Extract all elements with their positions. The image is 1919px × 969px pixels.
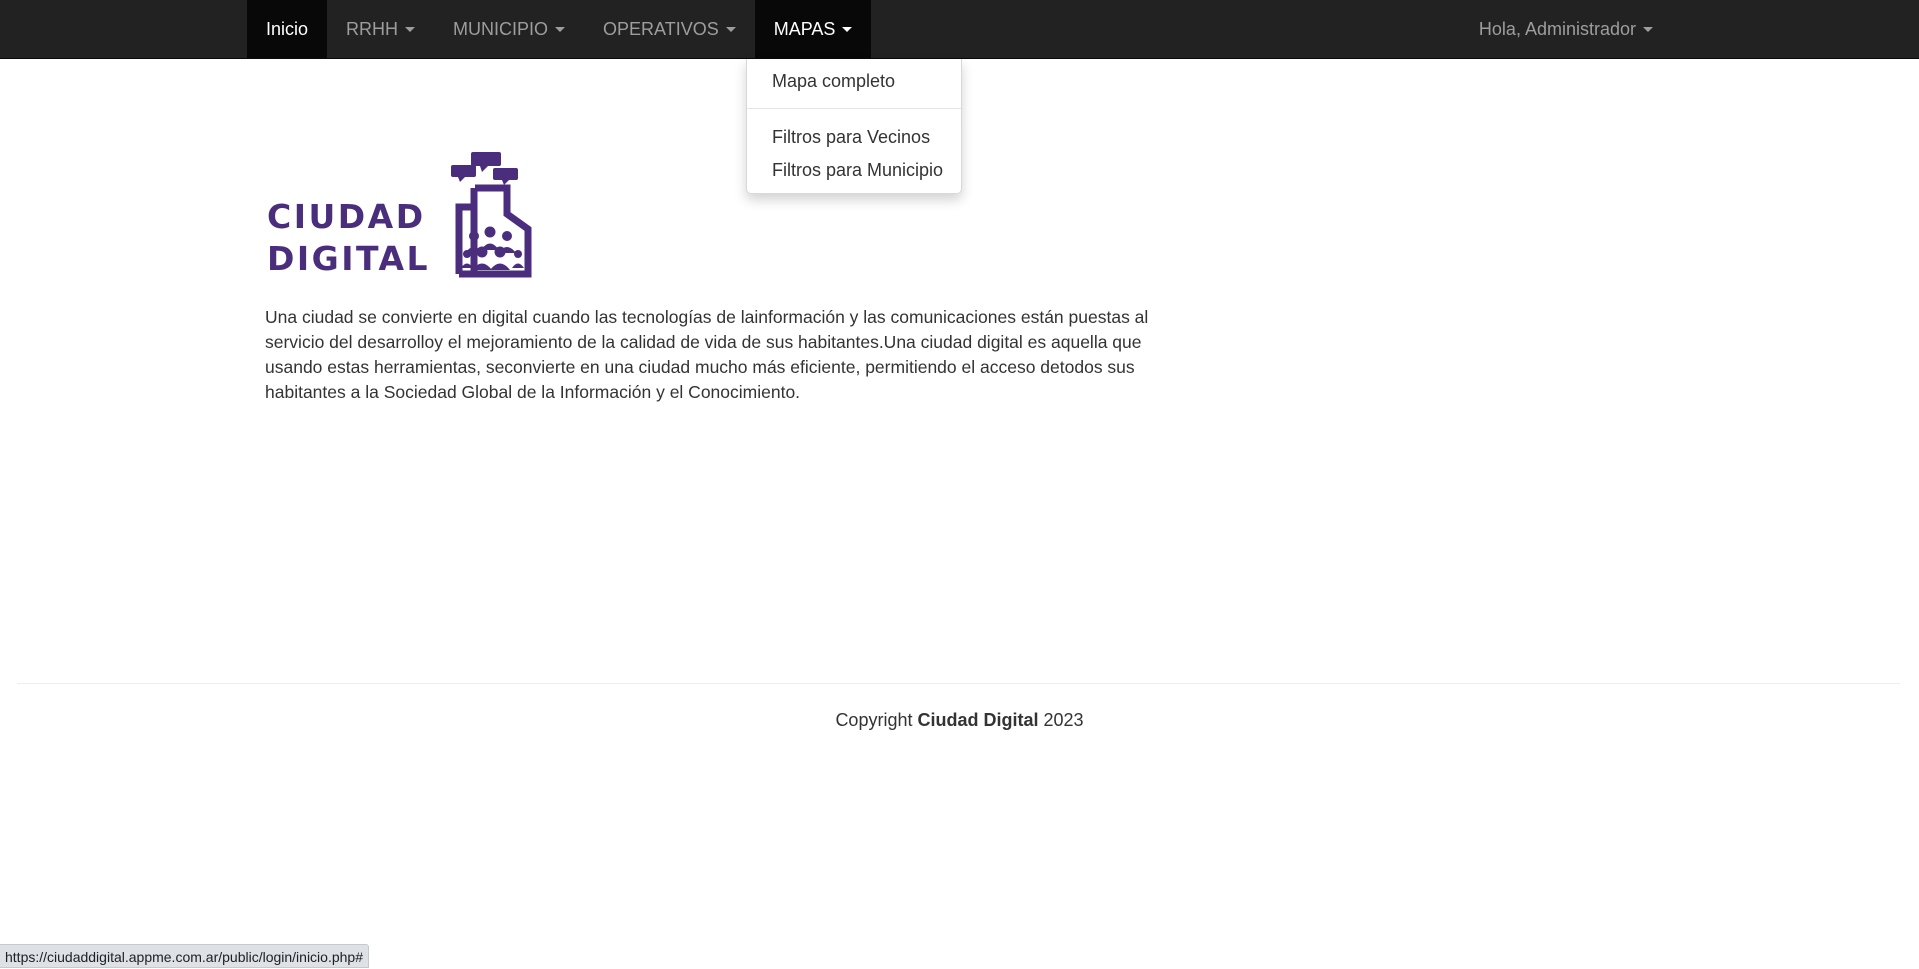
footer-prefix: Copyright [835, 710, 913, 730]
user-greeting: Hola, Administrador [1478, 18, 1636, 39]
footer-brand: Ciudad Digital [917, 710, 1039, 730]
nav-mapas[interactable]: MAPAS [754, 0, 872, 58]
ciudad-digital-logo: CIUDAD DIGITAL [267, 152, 532, 278]
footer: Copyright Ciudad Digital 2023 [0, 710, 1919, 731]
caret-down-icon [405, 26, 416, 32]
user-menu-toggle[interactable]: Hola, Administrador [1460, 0, 1672, 58]
nav-rrhh-label: RRHH [346, 18, 399, 39]
navbar-menu: Inicio RRHH MUNICIPIO OPERATIVOS MAPAS [247, 0, 872, 58]
mapas-dropdown-menu: Mapa completo Filtros para Vecinos Filtr… [746, 59, 962, 194]
menu-item-filtros-vecinos[interactable]: Filtros para Vecinos [747, 121, 961, 154]
nav-operativos-label: OPERATIVOS [603, 18, 719, 39]
nav-mapas-label: MAPAS [773, 18, 836, 39]
nav-inicio[interactable]: Inicio [247, 0, 328, 58]
menu-item-filtros-municipio[interactable]: Filtros para Municipio [747, 154, 961, 187]
caret-down-icon [555, 26, 566, 32]
top-navbar: Inicio RRHH MUNICIPIO OPERATIVOS MAPAS H… [0, 0, 1919, 59]
status-url: https://ciudaddigital.appme.com.ar/publi… [5, 949, 363, 965]
nav-rrhh[interactable]: RRHH [327, 0, 434, 58]
caret-down-icon [725, 26, 736, 32]
nav-inicio-label: Inicio [266, 18, 309, 39]
intro-paragraph: Una ciudad se convierte en digital cuand… [265, 307, 1149, 402]
logo-text-line1: CIUDAD [267, 197, 426, 236]
city-people-icon [451, 152, 532, 278]
footer-divider [17, 683, 1900, 684]
browser-status-bar: https://ciudaddigital.appme.com.ar/publi… [0, 944, 369, 968]
caret-down-icon [842, 26, 853, 32]
caret-down-icon [1643, 26, 1653, 32]
nav-municipio[interactable]: MUNICIPIO [434, 0, 584, 58]
navbar-user: Hola, Administrador [1460, 0, 1672, 58]
nav-operativos[interactable]: OPERATIVOS [584, 0, 755, 58]
menu-item-mapa-completo[interactable]: Mapa completo [747, 65, 961, 98]
menu-divider [747, 108, 961, 109]
nav-municipio-label: MUNICIPIO [453, 18, 549, 39]
footer-year: 2023 [1043, 710, 1084, 730]
logo-text-line2: DIGITAL [267, 239, 430, 278]
